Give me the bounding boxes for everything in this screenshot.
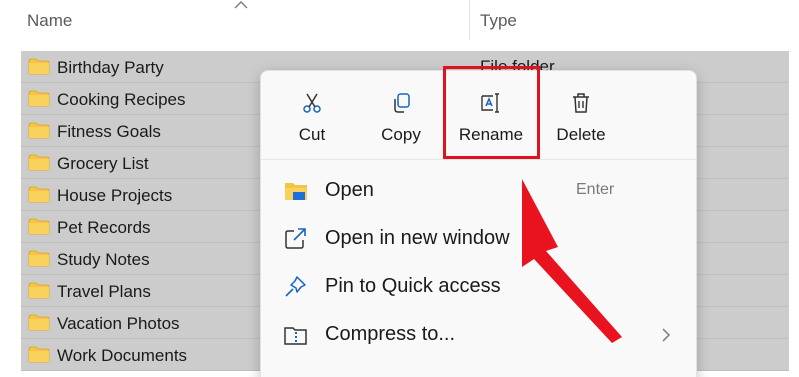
menu-item-open[interactable]: Open Enter xyxy=(261,167,696,215)
folder-icon xyxy=(28,218,50,235)
file-name: Study Notes xyxy=(57,250,150,269)
folder-icon xyxy=(28,282,50,299)
menu-item-label: Pin to Quick access xyxy=(325,275,501,297)
cut-button[interactable]: Cut xyxy=(267,83,357,153)
folder-icon xyxy=(28,58,50,75)
menu-separator xyxy=(261,159,696,160)
menu-item-label: Open in new window xyxy=(325,227,510,249)
file-name: Work Documents xyxy=(57,346,188,365)
sort-ascending-icon xyxy=(234,1,248,9)
file-name: Grocery List xyxy=(57,154,149,173)
scissors-icon xyxy=(303,93,321,113)
folder-icon xyxy=(28,154,50,171)
delete-label: Delete xyxy=(556,125,606,144)
column-divider[interactable] xyxy=(469,0,470,40)
file-name: Fitness Goals xyxy=(57,122,161,141)
file-name: House Projects xyxy=(57,186,173,205)
folder-icon xyxy=(28,122,50,139)
menu-item-open-new-window[interactable]: Open in new window xyxy=(261,215,696,263)
column-type-header[interactable]: Type xyxy=(480,11,517,31)
file-name: Travel Plans xyxy=(57,282,151,301)
column-name-header[interactable]: Name xyxy=(27,11,72,31)
menu-item-label: Compress to... xyxy=(325,323,456,345)
file-name: Birthday Party xyxy=(57,58,164,77)
menu-item-label: Open xyxy=(325,179,374,201)
folder-icon xyxy=(285,183,307,200)
file-name: Pet Records xyxy=(57,218,151,237)
column-header: Name Type xyxy=(0,0,799,40)
folder-icon xyxy=(28,250,50,267)
red-arrow-icon xyxy=(522,179,622,343)
folder-icon xyxy=(28,186,50,203)
folder-icon xyxy=(28,90,50,107)
rename-highlight-box xyxy=(443,66,540,159)
folder-icon xyxy=(28,346,50,363)
menu-item-pin-quick-access[interactable]: Pin to Quick access xyxy=(261,263,696,311)
file-name: Vacation Photos xyxy=(57,314,180,333)
zip-folder-icon xyxy=(284,327,307,345)
chevron-right-icon xyxy=(662,328,671,342)
copy-label: Copy xyxy=(381,125,421,144)
folder-icon xyxy=(28,314,50,331)
delete-button[interactable]: Delete xyxy=(536,83,626,153)
copy-button[interactable]: Copy xyxy=(356,83,446,153)
pin-icon xyxy=(285,276,306,297)
trash-icon xyxy=(573,93,589,113)
open-new-window-icon xyxy=(285,228,306,249)
copy-icon xyxy=(394,93,410,113)
cut-label: Cut xyxy=(298,125,326,144)
file-name: Cooking Recipes xyxy=(57,90,186,109)
menu-item-compress[interactable]: Compress to... xyxy=(261,311,696,359)
